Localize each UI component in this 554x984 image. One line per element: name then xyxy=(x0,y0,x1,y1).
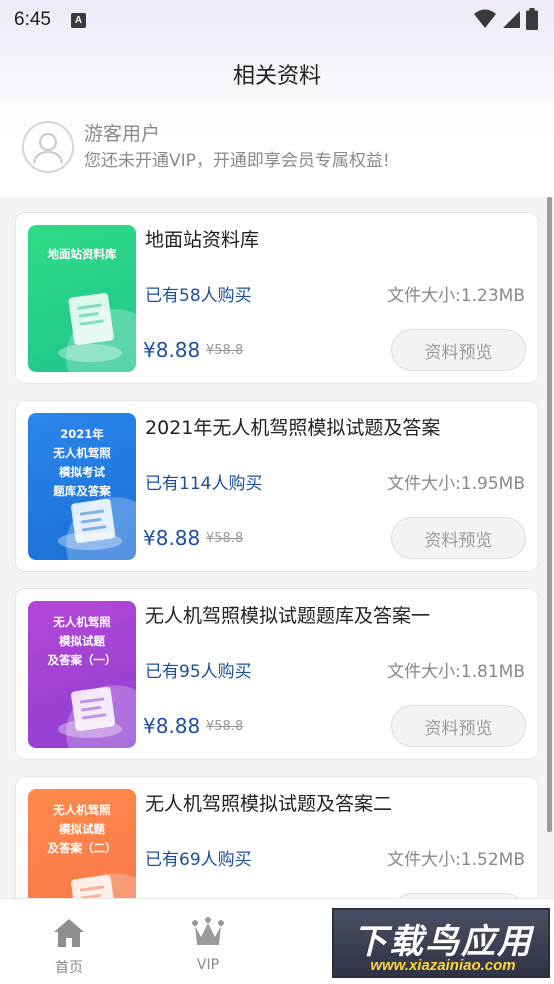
material-card[interactable]: 2021年 无人机驾照 模拟考试 题库及答案 2021年无人机驾照模拟试题及答案… xyxy=(15,400,539,572)
avatar-icon[interactable] xyxy=(22,121,74,173)
file-size: 文件大小:1.23MB xyxy=(387,286,525,306)
document-illustration-icon xyxy=(58,293,122,362)
material-title[interactable]: 无人机驾照模拟试题题库及答案一 xyxy=(145,601,430,628)
buyer-count: 已有95人购买 xyxy=(145,662,252,682)
user-name: 游客用户 xyxy=(84,123,161,145)
cellular-signal-icon xyxy=(503,11,520,28)
material-thumbnail[interactable]: 无人机驾照 模拟试题 及答案（一） xyxy=(28,601,136,748)
home-icon xyxy=(54,919,84,947)
preview-button[interactable]: 资料预览 xyxy=(391,705,526,747)
notification-icon: A xyxy=(70,12,86,28)
watermark-url: www.xiazainiao.com xyxy=(370,957,516,974)
status-icons xyxy=(474,8,538,30)
material-thumbnail[interactable]: 2021年 无人机驾照 模拟考试 题库及答案 xyxy=(28,413,136,560)
crown-icon xyxy=(192,917,224,945)
material-title[interactable]: 无人机驾照模拟试题及答案二 xyxy=(145,789,392,816)
status-time: 6:45 xyxy=(14,9,51,30)
original-price: ¥58.8 xyxy=(206,343,244,358)
watermark-title: 下载鸟应用 xyxy=(353,922,533,962)
nav-home-label: 首页 xyxy=(55,960,83,976)
wifi-icon xyxy=(474,9,496,28)
battery-icon xyxy=(526,8,538,30)
price: ¥8.88 xyxy=(143,714,201,738)
watermark-logo: 下载鸟应用 www.xiazainiao.com xyxy=(332,908,550,978)
buyer-count: 已有69人购买 xyxy=(145,850,252,870)
original-price: ¥58.8 xyxy=(206,719,244,734)
buyer-count: 已有58人购买 xyxy=(145,286,252,306)
nav-vip-label: VIP xyxy=(196,957,220,973)
material-title[interactable]: 地面站资料库 xyxy=(145,225,259,252)
material-card[interactable]: 地面站资料库 地面站资料库 已有58人购买 文件大小:1.23MB ¥8.88 … xyxy=(15,212,539,384)
nav-vip[interactable]: VIP xyxy=(168,917,248,973)
page-title: 相关资料 xyxy=(232,64,321,89)
price: ¥8.88 xyxy=(143,526,201,550)
user-profile[interactable]: 游客用户 您还未开通VIP，开通即享会员专属权益! xyxy=(22,120,390,174)
original-price: ¥58.8 xyxy=(206,531,244,546)
file-size: 文件大小:1.52MB xyxy=(387,850,525,870)
preview-button[interactable]: 资料预览 xyxy=(391,517,526,559)
nav-home[interactable]: 首页 xyxy=(29,917,109,977)
material-title[interactable]: 2021年无人机驾照模拟试题及答案 xyxy=(145,413,440,440)
file-size: 文件大小:1.81MB xyxy=(387,662,525,682)
price: ¥8.88 xyxy=(143,338,201,362)
buyer-count: 已有114人购买 xyxy=(145,474,263,494)
status-bar: 6:45 A xyxy=(0,0,554,40)
vip-tip[interactable]: 您还未开通VIP，开通即享会员专属权益! xyxy=(84,148,390,174)
document-illustration-icon xyxy=(58,686,122,738)
scrollbar[interactable] xyxy=(547,197,552,832)
material-card[interactable]: 无人机驾照 模拟试题 及答案（一） 无人机驾照模拟试题题库及答案一 已有95人购… xyxy=(15,588,539,760)
document-illustration-icon xyxy=(58,498,122,550)
material-thumbnail[interactable]: 地面站资料库 xyxy=(28,225,136,372)
file-size: 文件大小:1.95MB xyxy=(387,474,525,494)
preview-button[interactable]: 资料预览 xyxy=(391,329,526,371)
